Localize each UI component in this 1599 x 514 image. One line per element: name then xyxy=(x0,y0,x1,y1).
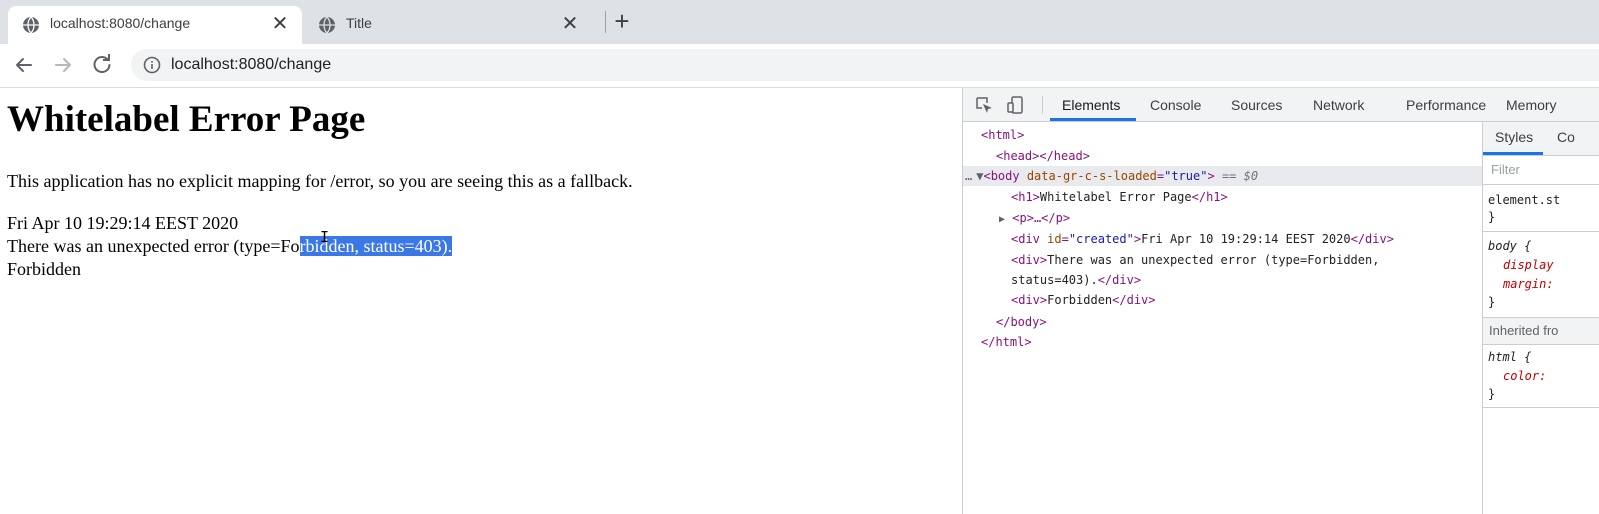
tab-performance[interactable]: Performance xyxy=(1406,97,1486,113)
tab-elements[interactable]: Elements xyxy=(1062,97,1120,113)
styles-pane: Styles Co Filter element.st } body { dis… xyxy=(1482,122,1599,514)
dom-node-head[interactable]: <head></head> xyxy=(996,146,1090,167)
dom-node-div-forbidden[interactable]: <div>Forbidden</div> xyxy=(1011,290,1156,311)
browser-toolbar: localhost:8080/change xyxy=(0,44,1599,88)
tag-text: <h1> xyxy=(1011,190,1040,204)
tag-text: </html> xyxy=(981,335,1032,349)
attr-value: "true" xyxy=(1164,169,1208,183)
html-selector: html { xyxy=(1488,350,1532,364)
styles-filter-input[interactable]: Filter xyxy=(1483,156,1599,185)
rule-divider xyxy=(1483,407,1599,408)
dom-node-p[interactable]: ▶ <p>…</p> xyxy=(999,208,1070,229)
toolbar-divider xyxy=(1042,96,1043,114)
attr-name: id xyxy=(1047,232,1062,246)
rule-close-brace: } xyxy=(1488,210,1496,224)
rule-close-brace: } xyxy=(1488,387,1496,401)
rule-close-brace: } xyxy=(1488,295,1496,309)
tag-text: </body> xyxy=(996,315,1047,329)
created-timestamp: Fri Apr 10 19:29:14 EEST 2020 xyxy=(7,213,239,233)
rule-divider xyxy=(1483,231,1599,232)
dom-node-body-close[interactable]: </body> xyxy=(996,312,1047,333)
tab-computed[interactable]: Co xyxy=(1557,129,1575,145)
active-tab-indicator xyxy=(1050,118,1136,121)
tab-sources[interactable]: Sources xyxy=(1231,97,1282,113)
tab-title: localhost:8080/change xyxy=(50,15,191,31)
dom-node-div-created[interactable]: <div id="created">Fri Apr 10 19:29:14 EE… xyxy=(1011,229,1394,250)
page-content: Whitelabel Error Page This application h… xyxy=(0,88,962,514)
tag-text: <div xyxy=(1011,232,1040,246)
info-icon[interactable] xyxy=(143,56,161,74)
dom-node-div-error-cont[interactable]: status=403).</div> xyxy=(1011,270,1141,291)
inherited-from-header: Inherited fro xyxy=(1483,317,1599,345)
attr-value: "created" xyxy=(1068,232,1134,246)
dom-node-html-close[interactable]: </html> xyxy=(981,332,1032,353)
fallback-paragraph: This application has no explicit mapping… xyxy=(7,171,633,191)
tab-strip: localhost:8080/change ✕ Title ✕ + xyxy=(0,0,1599,44)
new-tab-button[interactable]: + xyxy=(609,8,635,35)
dom-node-div-error[interactable]: <div>There was an unexpected error (type… xyxy=(1011,250,1379,271)
tag-text: > xyxy=(1133,232,1142,246)
address-bar[interactable]: localhost:8080/change xyxy=(131,49,1599,81)
tab-memory[interactable]: Memory xyxy=(1506,97,1557,113)
console-ref: == $0 xyxy=(1221,169,1259,183)
tab-localhost-change[interactable]: localhost:8080/change ✕ xyxy=(8,6,302,44)
url-text: localhost:8080/change xyxy=(171,56,332,73)
back-arrow-icon[interactable] xyxy=(11,52,37,78)
tag-text: <div> xyxy=(1011,253,1048,267)
tab-network[interactable]: Network xyxy=(1313,97,1364,113)
devtools-tabbar: Elements Console Sources Network Perform… xyxy=(963,88,1599,122)
error-line: There was an unexpected error (type=Forb… xyxy=(7,236,453,257)
tab-styles[interactable]: Styles xyxy=(1495,129,1533,145)
error-text: There was an unexpected error (type=Fo xyxy=(7,236,300,256)
text-cursor-icon: I xyxy=(320,228,330,246)
close-icon[interactable]: ✕ xyxy=(560,14,580,34)
tag-text: </div> xyxy=(1112,293,1156,307)
forward-arrow-icon[interactable] xyxy=(50,52,76,78)
html-color-prop[interactable]: color: xyxy=(1503,369,1546,383)
tag-text: <body xyxy=(983,169,1020,183)
globe-icon xyxy=(319,16,335,34)
collapse-triangle-icon[interactable]: ▶ xyxy=(999,214,1005,225)
dom-node-h1[interactable]: <h1>Whitelabel Error Page</h1> xyxy=(1011,187,1228,208)
reload-icon[interactable] xyxy=(89,52,115,78)
device-toolbar-icon[interactable] xyxy=(1006,95,1026,115)
active-tab-indicator xyxy=(1483,152,1543,155)
tag-text: <p>…</p> xyxy=(1012,211,1071,225)
devtools-panel: Elements Console Sources Network Perform… xyxy=(962,88,1599,514)
node-text: Forbidden xyxy=(1047,293,1113,307)
tag-text: <head></head> xyxy=(996,149,1090,163)
status-text: Forbidden xyxy=(7,259,81,279)
tag-text: > xyxy=(1207,169,1215,183)
node-text: Fri Apr 10 19:29:14 EEST 2020 xyxy=(1141,232,1351,246)
tab-divider xyxy=(605,11,606,33)
filter-placeholder: Filter xyxy=(1491,162,1520,177)
tab-console[interactable]: Console xyxy=(1150,97,1201,113)
page-heading: Whitelabel Error Page xyxy=(7,99,366,140)
attr-name: data-gr-c-s-loaded xyxy=(1026,169,1157,183)
node-text: Whitelabel Error Page xyxy=(1039,190,1192,204)
body-margin-prop[interactable]: margin: xyxy=(1503,277,1554,291)
dom-tree: <html> <head></head> … ▼<body data-gr-c-s… xyxy=(963,122,1482,514)
dom-node-html[interactable]: <html> xyxy=(981,125,1024,146)
tag-text: </div> xyxy=(1350,232,1394,246)
element-style-selector: element.st xyxy=(1488,193,1561,207)
tag-text: <div> xyxy=(1011,293,1048,307)
node-text: There was an unexpected error (type=Forb… xyxy=(1047,253,1380,267)
body-display-prop[interactable]: display xyxy=(1503,258,1554,272)
node-text: status=403). xyxy=(1011,273,1098,287)
close-icon[interactable]: ✕ xyxy=(270,14,290,34)
styles-tabbar: Styles Co xyxy=(1483,122,1599,156)
globe-icon xyxy=(23,16,39,34)
tag-text: </h1> xyxy=(1191,190,1228,204)
dom-node-body[interactable]: … ▼<body data-gr-c-s-loaded="true"> == $0 xyxy=(965,166,1258,187)
inherited-label: Inherited fro xyxy=(1489,323,1559,338)
tab-title-page[interactable]: Title ✕ xyxy=(304,6,592,44)
inspect-element-icon[interactable] xyxy=(974,95,994,115)
more-options-icon[interactable]: … xyxy=(965,169,972,183)
tag-text: <html> xyxy=(981,128,1025,142)
tag-text: </div> xyxy=(1097,273,1142,287)
tab-title: Title xyxy=(346,15,372,31)
body-selector: body { xyxy=(1488,239,1532,253)
